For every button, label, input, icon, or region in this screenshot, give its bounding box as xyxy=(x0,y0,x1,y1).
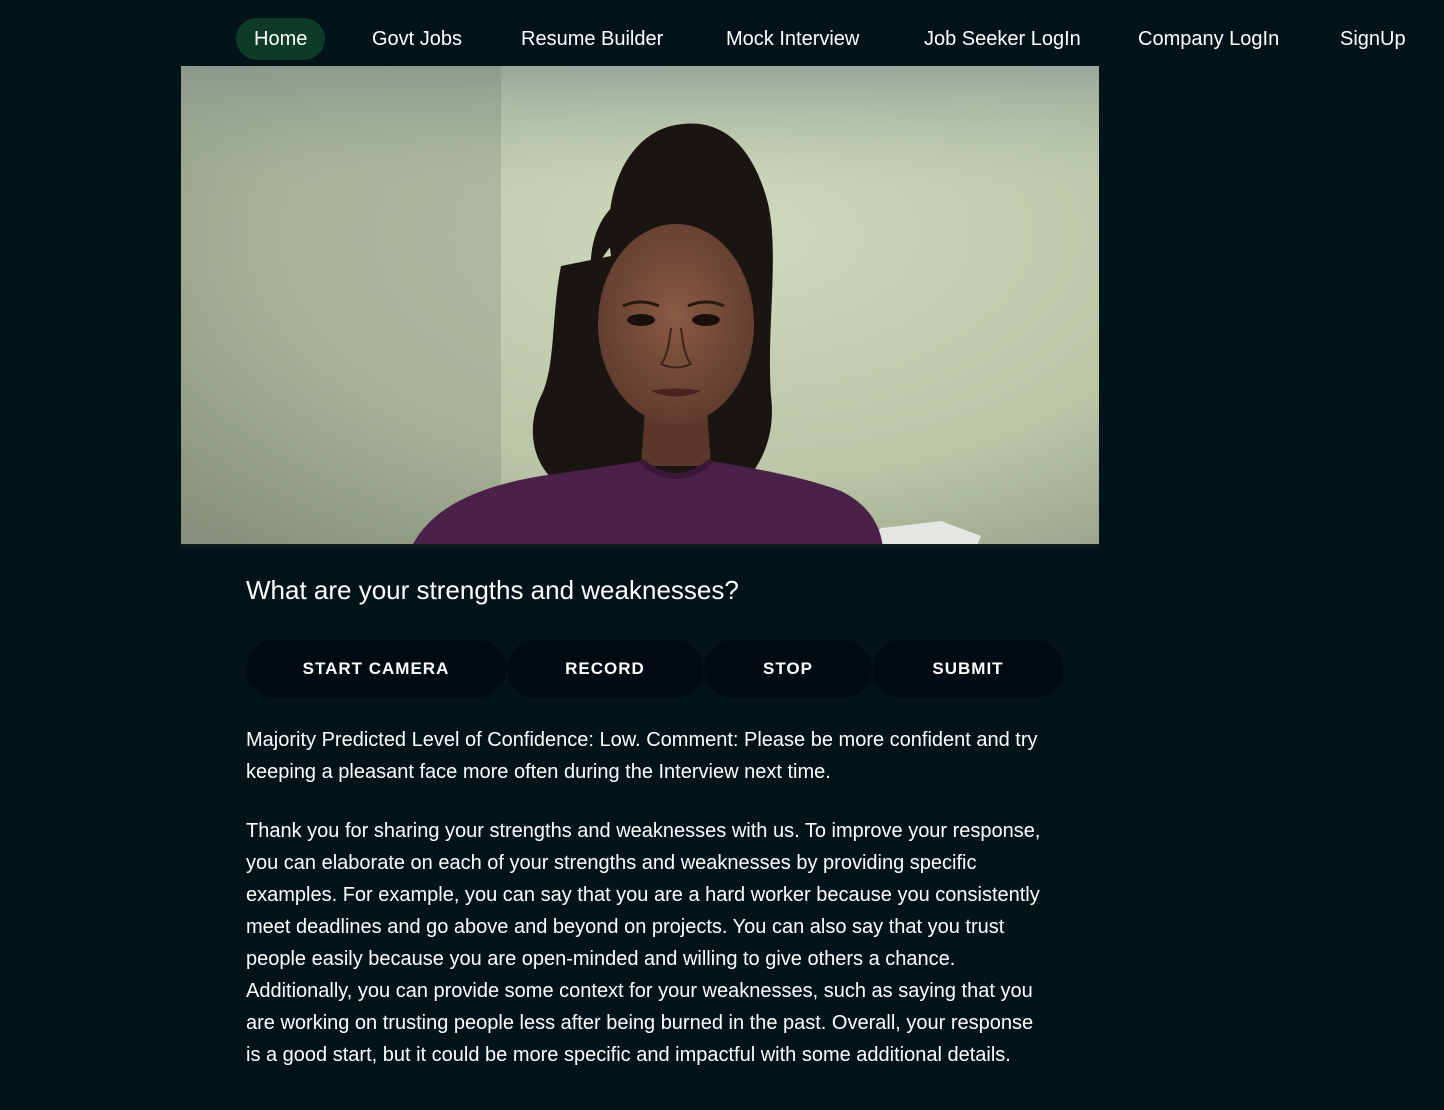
stop-button[interactable]: STOP xyxy=(704,640,872,698)
nav-home[interactable]: Home xyxy=(236,18,326,60)
nav-company-login[interactable]: Company LogIn xyxy=(1138,18,1279,60)
interview-question: What are your strengths and weaknesses? xyxy=(246,575,739,605)
record-button[interactable]: RECORD xyxy=(507,640,703,698)
nav-mock-interview[interactable]: Mock Interview xyxy=(726,18,859,60)
nav-job-seeker-login[interactable]: Job Seeker LogIn xyxy=(924,18,1081,60)
submit-button[interactable]: SUBMIT xyxy=(873,640,1063,698)
nav-govt-jobs[interactable]: Govt Jobs xyxy=(372,18,462,60)
top-navigation: Home Govt Jobs Resume Builder Mock Inter… xyxy=(0,0,1444,66)
nav-resume-builder[interactable]: Resume Builder xyxy=(521,18,663,60)
webcam-frame-image xyxy=(181,66,1099,548)
start-camera-button[interactable]: START CAMERA xyxy=(246,640,506,698)
camera-video-feed xyxy=(181,66,1099,548)
response-feedback: Thank you for sharing your strengths and… xyxy=(246,820,1041,1066)
nav-signup[interactable]: SignUp xyxy=(1340,18,1406,60)
confidence-feedback: Majority Predicted Level of Confidence: … xyxy=(246,729,1038,783)
